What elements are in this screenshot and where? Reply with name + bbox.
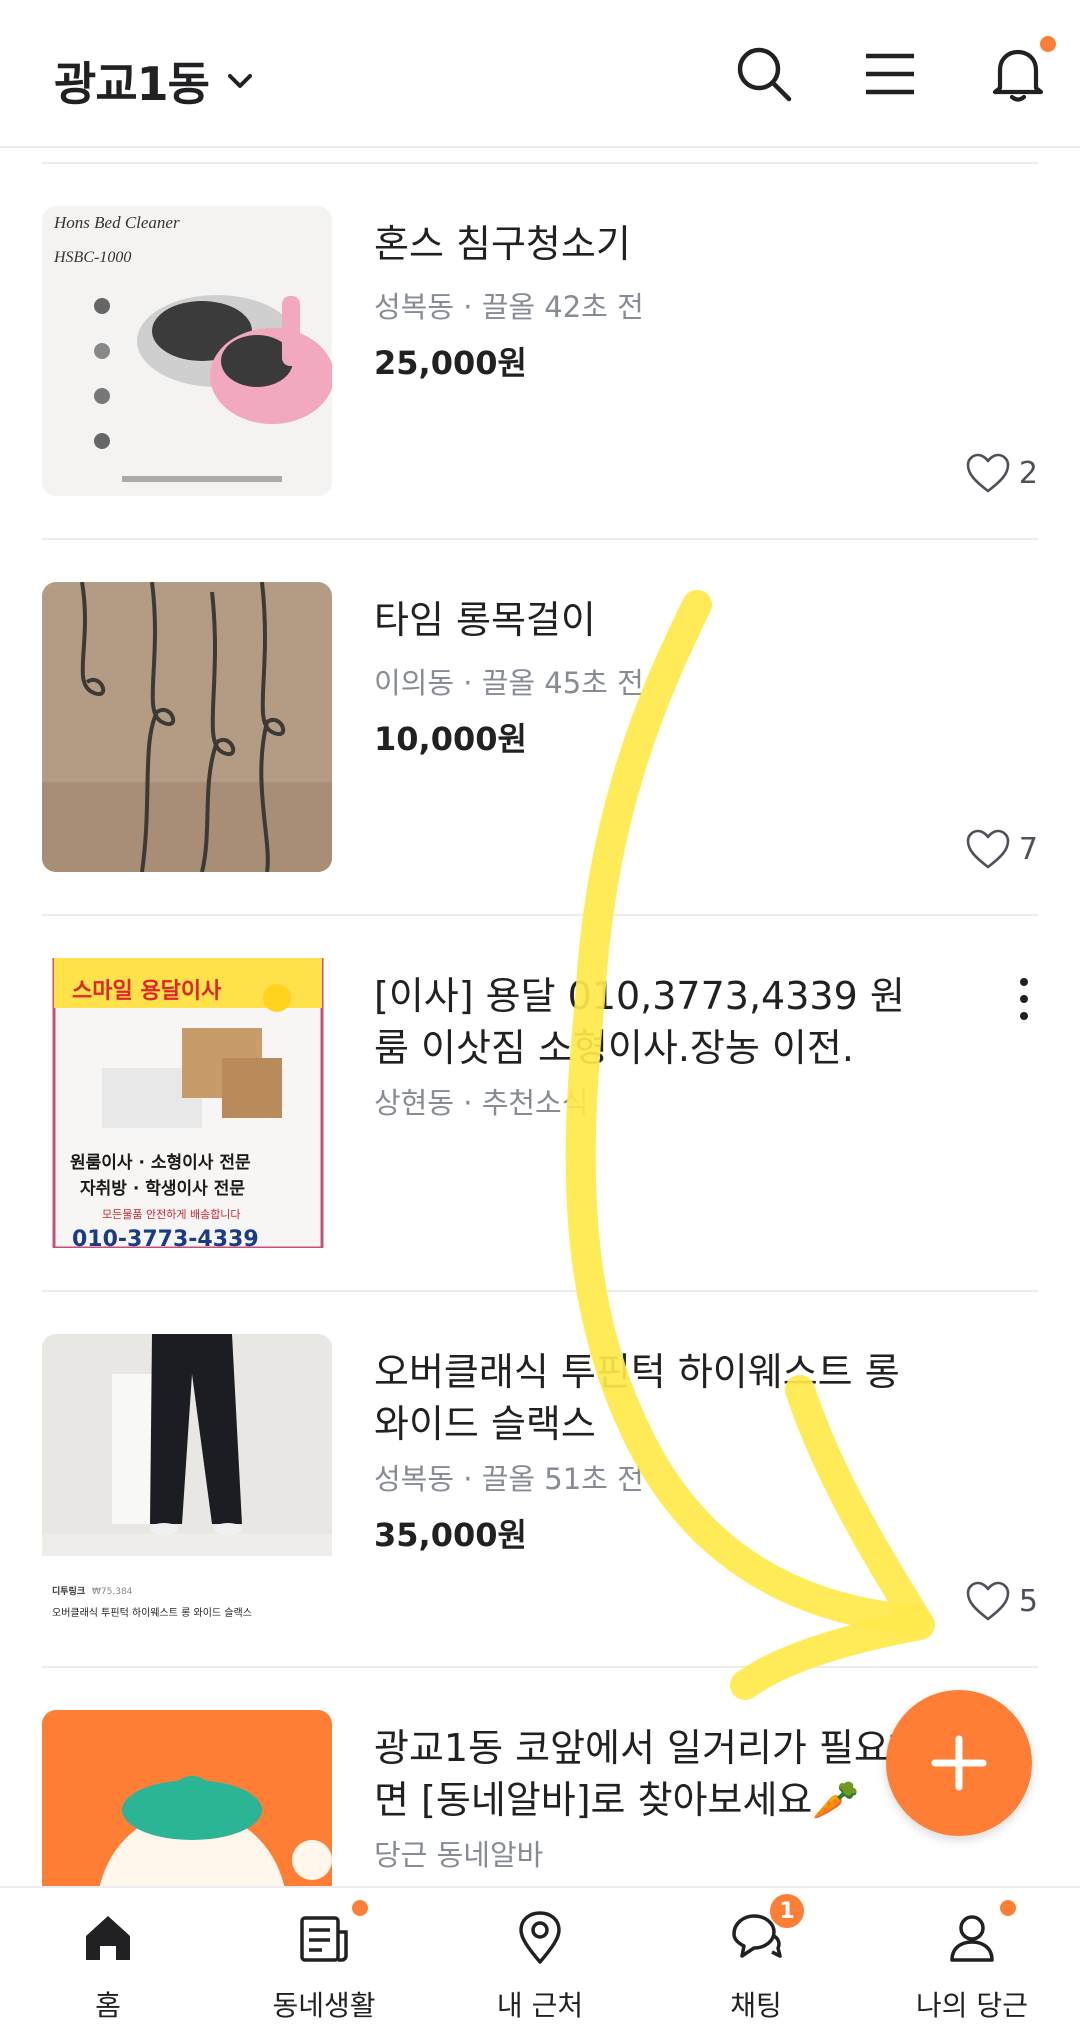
like-count: 2: [965, 452, 1038, 494]
bottom-navigation: 홈 동네생활 내 근처 1 채팅 나의 당근: [0, 1886, 1080, 2032]
item-meta: 당근 동네알바: [374, 1838, 544, 1872]
top-app-bar: 광교1동: [0, 0, 1080, 148]
like-count-value: 2: [1018, 455, 1038, 491]
chevron-down-icon: [227, 74, 252, 88]
product-thumbnail: 디투링크 ₩75,384 오버클래식 투핀턱 하이웨스트 롱 와이드 슬랙스: [42, 1334, 332, 1624]
heart-icon: [966, 1581, 1010, 1621]
svg-text:Hons Bed Cleaner: Hons Bed Cleaner: [53, 213, 180, 232]
svg-text:스마일 용달이사: 스마일 용달이사: [72, 979, 222, 1004]
list-item[interactable]: 타임 롱목걸이 이의동 · 끌올 45초 전 10,000원 7: [0, 538, 1080, 914]
item-title: 타임 롱목걸이: [374, 598, 596, 642]
product-thumbnail: 스마일 용달이사 원룸이사 · 소형이사 전문 자취방 · 학생이사 전문 모든…: [42, 958, 332, 1248]
nav-chat[interactable]: 1 채팅: [648, 1888, 864, 2032]
category-menu-button[interactable]: [858, 42, 922, 106]
item-price: 35,000원: [374, 1516, 527, 1554]
bell-icon: [992, 49, 1044, 102]
item-title: [이사] 용달 010,3773,4339 원룸 이삿짐 소형이사.장농 이전.: [374, 974, 905, 1070]
nav-community-label: 동네생활: [272, 1989, 376, 2022]
item-title: 오버클래식 투핀턱 하이웨스트 롱 와이드 슬랙스: [374, 1350, 900, 1446]
like-count: 7: [965, 828, 1038, 870]
plus-icon: [931, 1735, 987, 1791]
item-meta: 성복동 · 끌올 51초 전: [374, 1462, 644, 1496]
list-item[interactable]: 스마일 용달이사 원룸이사 · 소형이사 전문 자취방 · 학생이사 전문 모든…: [0, 914, 1080, 1290]
search-icon: [737, 47, 792, 102]
svg-text:모든물품 안전하게 배송합니다: 모든물품 안전하게 배송합니다: [102, 1207, 241, 1221]
list-item[interactable]: 디투링크 ₩75,384 오버클래식 투핀턱 하이웨스트 롱 와이드 슬랙스 오…: [0, 1290, 1080, 1666]
item-title: 혼스 침구청소기: [374, 222, 631, 266]
search-button[interactable]: [732, 42, 796, 106]
nav-my-profile-label: 나의 당근: [916, 1989, 1028, 2022]
svg-text:오버클래식 투핀턱 하이웨스트 롱 와이드 슬랙스: 오버클래식 투핀턱 하이웨스트 롱 와이드 슬랙스: [52, 1606, 252, 1619]
unread-chat-badge: 1: [770, 1894, 804, 1928]
location-label: 광교1동: [54, 57, 210, 111]
location-pin-icon: [519, 1911, 561, 1964]
like-count-value: 5: [1018, 1583, 1038, 1619]
nav-home-label: 홈: [95, 1989, 121, 2022]
nav-nearby[interactable]: 내 근처: [432, 1888, 648, 2032]
nav-home[interactable]: 홈: [0, 1888, 216, 2032]
product-thumbnail: Hons Bed Cleaner HSBC-1000: [42, 206, 332, 496]
home-icon: [86, 1916, 130, 1960]
item-title: 광교1동 코앞에서 일거리가 필요하면 [동네알바]로 찾아보세요🥕: [374, 1726, 924, 1822]
nav-my-profile[interactable]: 나의 당근: [864, 1888, 1080, 2032]
profile-icon: [950, 1915, 994, 1962]
svg-text:자취방 · 학생이사 전문: 자취방 · 학생이사 전문: [80, 1178, 245, 1199]
item-meta: 이의동 · 끌올 45초 전: [374, 666, 644, 700]
news-icon: [300, 1916, 348, 1962]
notification-button[interactable]: [986, 36, 1056, 106]
svg-text:₩75,384: ₩75,384: [92, 1587, 133, 1597]
item-meta: 상현동 · 추천소식: [374, 1086, 589, 1120]
notification-dot: [1040, 36, 1056, 52]
svg-text:HSBC-1000: HSBC-1000: [53, 249, 131, 266]
svg-text:010-3773-4339: 010-3773-4339: [72, 1227, 259, 1248]
heart-icon: [966, 829, 1010, 869]
like-count-value: 7: [1018, 831, 1038, 867]
menu-icon: [866, 53, 914, 95]
promo-thumbnail: [42, 1710, 332, 1888]
item-price: 25,000원: [374, 344, 527, 382]
list-item[interactable]: Hons Bed Cleaner HSBC-1000 혼스 침구청소기 성복동 …: [0, 162, 1080, 538]
product-list: Hons Bed Cleaner HSBC-1000 혼스 침구청소기 성복동 …: [0, 148, 1080, 1888]
nav-community[interactable]: 동네생활: [216, 1888, 432, 2032]
write-post-button[interactable]: [886, 1690, 1032, 1836]
location-selector[interactable]: 광교1동: [54, 48, 255, 114]
product-thumbnail: [42, 582, 332, 872]
nav-nearby-label: 내 근처: [496, 1989, 584, 2022]
nav-chat-label: 채팅: [730, 1989, 782, 2022]
more-options-icon[interactable]: [1014, 974, 1034, 1024]
svg-text:디투링크: 디투링크: [52, 1585, 85, 1597]
like-count: 5: [965, 1580, 1038, 1622]
new-activity-dot: [352, 1900, 368, 1916]
item-meta: 성복동 · 끌올 42초 전: [374, 290, 644, 324]
new-activity-dot: [1000, 1900, 1016, 1916]
item-price: 10,000원: [374, 720, 527, 758]
svg-text:원룸이사 · 소형이사 전문: 원룸이사 · 소형이사 전문: [70, 1152, 251, 1173]
heart-icon: [966, 453, 1010, 493]
